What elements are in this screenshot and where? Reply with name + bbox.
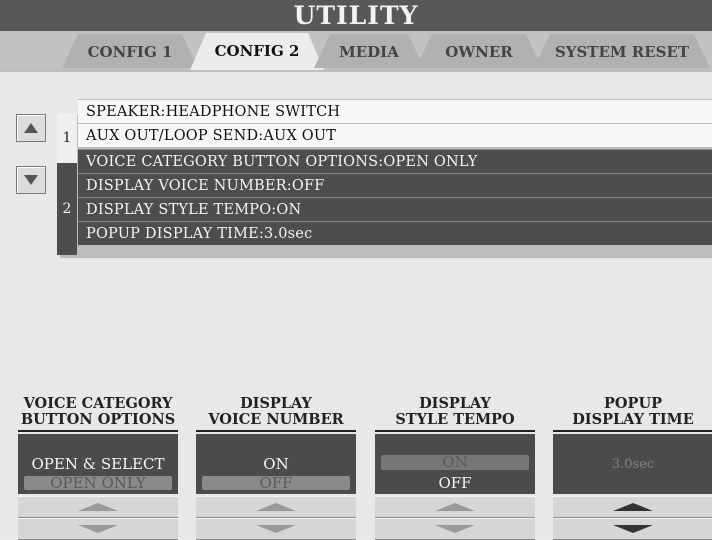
chevron-up-icon	[435, 503, 475, 511]
settings-panel: 1 2 SPEAKER:HEADPHONE SWITCH AUX OUT/LOO…	[0, 72, 712, 392]
window-title: UTILITY	[0, 0, 712, 31]
control-title: DISPLAY VOICE NUMBER	[208, 395, 344, 428]
tab-media[interactable]: MEDIA	[314, 34, 424, 68]
divider	[553, 430, 712, 432]
chevron-up-icon	[256, 503, 296, 511]
chevron-up-icon	[78, 503, 118, 511]
increment-button[interactable]	[553, 496, 712, 518]
option-on[interactable]: ON	[202, 455, 350, 474]
setting-row[interactable]: AUX OUT/LOOP SEND:AUX OUT	[78, 123, 712, 147]
chevron-down-icon	[256, 525, 296, 533]
decrement-button[interactable]	[553, 518, 712, 540]
option-open-only-selected[interactable]: OPEN ONLY	[24, 476, 172, 491]
options-panel: ON OFF	[196, 434, 356, 494]
page-down-button[interactable]	[16, 166, 46, 194]
decrement-button[interactable]	[375, 518, 535, 540]
control-title: VOICE CATEGORY BUTTON OPTIONS	[20, 395, 176, 428]
chevron-down-icon	[613, 525, 653, 533]
chevron-down-icon	[435, 525, 475, 533]
tab-config-2[interactable]: CONFIG 2	[190, 33, 324, 70]
decrement-button[interactable]	[18, 518, 178, 540]
tab-owner[interactable]: OWNER	[416, 34, 542, 68]
chevron-up-icon	[613, 503, 653, 511]
tab-config-1[interactable]: CONFIG 1	[62, 34, 198, 68]
options-panel: 3.0sec	[553, 434, 712, 494]
page-up-button[interactable]	[16, 114, 46, 142]
triangle-up-icon	[24, 123, 38, 133]
options-panel: ON OFF	[375, 434, 535, 494]
triangle-down-icon	[24, 175, 38, 185]
page-number-1: 1	[57, 113, 77, 163]
increment-button[interactable]	[375, 496, 535, 518]
increment-button[interactable]	[18, 496, 178, 518]
option-off[interactable]: OFF	[381, 474, 529, 493]
tab-bar: CONFIG 1 CONFIG 2 MEDIA OWNER SYSTEM RES…	[0, 31, 712, 72]
divider	[375, 430, 535, 432]
page-number-2: 2	[57, 163, 77, 255]
control-title: POPUP DISPLAY TIME	[572, 395, 694, 428]
setting-row[interactable]: POPUP DISPLAY TIME:3.0sec	[78, 221, 712, 245]
setting-row[interactable]: SPEAKER:HEADPHONE SWITCH	[78, 99, 712, 123]
increment-button[interactable]	[196, 496, 356, 518]
setting-row[interactable]: DISPLAY VOICE NUMBER:OFF	[78, 173, 712, 197]
decrement-button[interactable]	[196, 518, 356, 540]
chevron-down-icon	[78, 525, 118, 533]
control-title: DISPLAY STYLE TEMPO	[395, 395, 515, 428]
option-open-and-select[interactable]: OPEN & SELECT	[24, 455, 172, 474]
setting-row[interactable]: DISPLAY STYLE TEMPO:ON	[78, 197, 712, 221]
tab-system-reset[interactable]: SYSTEM RESET	[534, 34, 710, 68]
option-off-selected[interactable]: OFF	[202, 476, 350, 491]
divider	[196, 430, 356, 432]
divider	[18, 430, 178, 432]
setting-row[interactable]: VOICE CATEGORY BUTTON OPTIONS:OPEN ONLY	[78, 149, 712, 173]
options-panel: OPEN & SELECT OPEN ONLY	[18, 434, 178, 494]
control-strip: VOICE CATEGORY BUTTON OPTIONS OPEN & SELE…	[0, 392, 712, 540]
option-on-selected[interactable]: ON	[381, 455, 529, 470]
option-3-0sec[interactable]: 3.0sec	[559, 455, 707, 474]
